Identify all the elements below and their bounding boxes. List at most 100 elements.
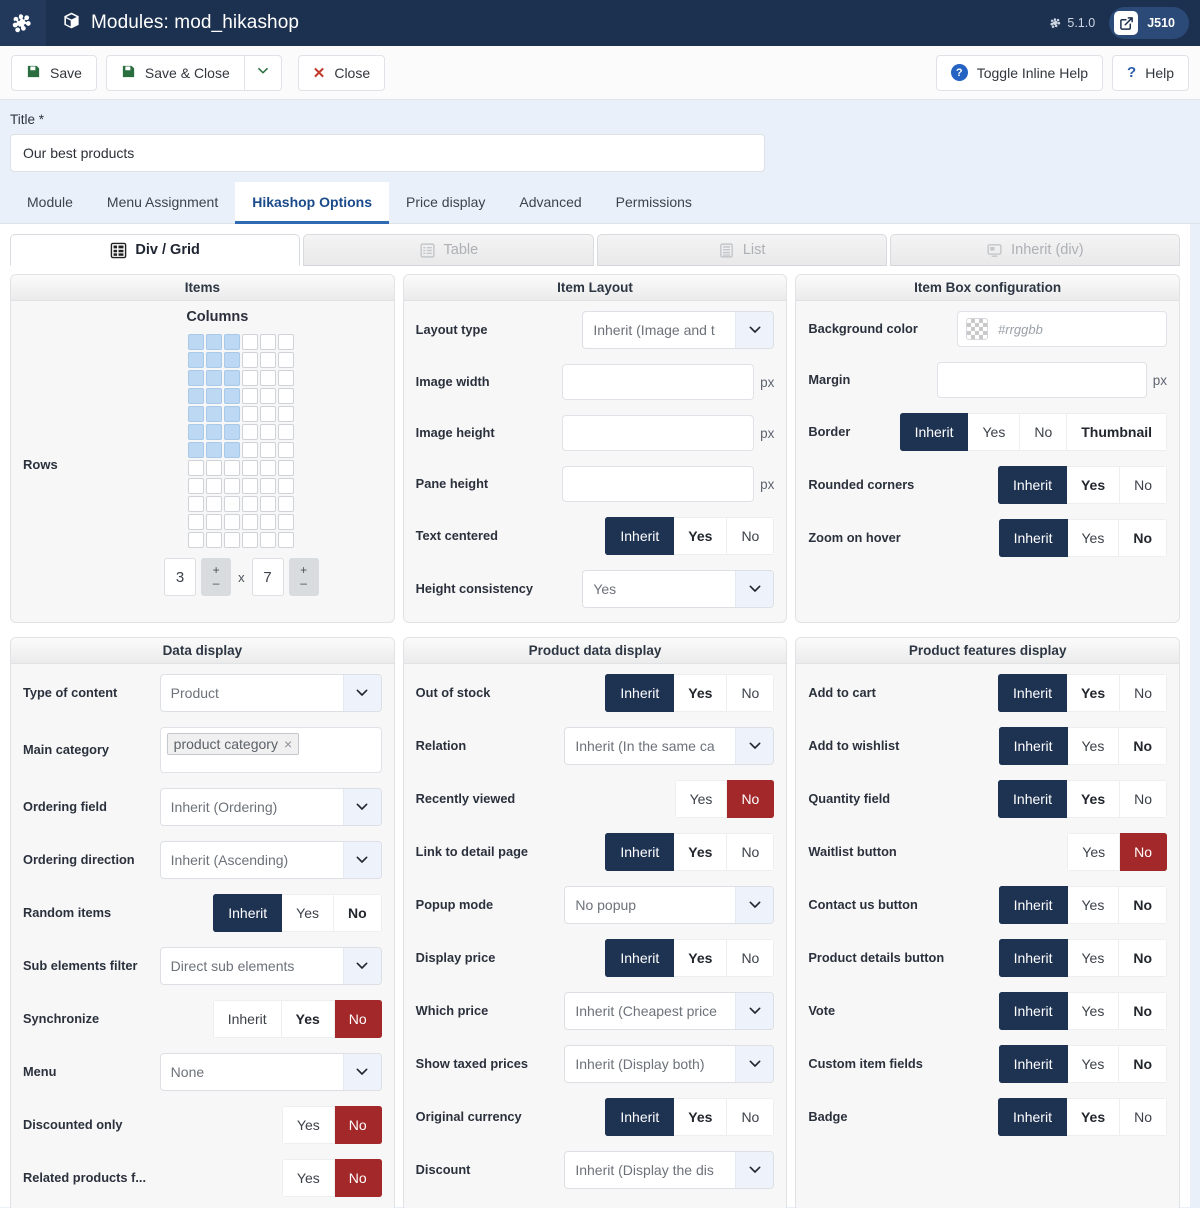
contact-us-button-option-no[interactable]: No bbox=[1119, 886, 1168, 924]
margin-input[interactable] bbox=[936, 362, 1147, 398]
add-to-wishlist-option-no[interactable]: No bbox=[1119, 727, 1168, 765]
grid-cell[interactable] bbox=[242, 442, 259, 458]
discounted-only-option-no[interactable]: No bbox=[334, 1106, 382, 1144]
custom-item-fields-option-yes[interactable]: Yes bbox=[1067, 1045, 1120, 1083]
relation-select[interactable]: Inherit (In the same ca bbox=[564, 727, 775, 765]
grid-cell[interactable] bbox=[224, 334, 241, 350]
type-of-content-select[interactable]: Product bbox=[159, 674, 382, 712]
recently-viewed-option-no[interactable]: No bbox=[727, 780, 775, 818]
rounded-corners-option-no[interactable]: No bbox=[1120, 466, 1168, 504]
save-and-close-button[interactable]: Save & Close bbox=[105, 54, 245, 91]
grid-cell[interactable] bbox=[206, 352, 223, 368]
grid-cell[interactable] bbox=[242, 352, 259, 368]
grid-cell[interactable] bbox=[188, 514, 205, 530]
color-swatch-icon[interactable] bbox=[966, 318, 989, 340]
tab-module[interactable]: Module bbox=[10, 182, 90, 224]
vote-option-yes[interactable]: Yes bbox=[1067, 992, 1120, 1030]
columns-value[interactable]: 3 bbox=[164, 558, 197, 596]
related-products-f-option-yes[interactable]: Yes bbox=[281, 1159, 335, 1197]
waitlist-button-option-no[interactable]: No bbox=[1120, 833, 1168, 871]
grid-cell[interactable] bbox=[224, 496, 241, 512]
grid-cell[interactable] bbox=[260, 424, 277, 440]
grid-cell[interactable] bbox=[224, 478, 241, 494]
grid-cell[interactable] bbox=[242, 334, 259, 350]
height-consistency-select[interactable]: Yes bbox=[582, 570, 775, 608]
tab-menu-assignment[interactable]: Menu Assignment bbox=[90, 182, 235, 224]
grid-cell[interactable] bbox=[242, 370, 259, 386]
grid-cell[interactable] bbox=[224, 406, 241, 422]
border-option-thumbnail[interactable]: Thumbnail bbox=[1067, 413, 1168, 451]
grid-cell[interactable] bbox=[278, 442, 295, 458]
preview-site-button[interactable]: J510 bbox=[1109, 7, 1189, 39]
joomla-logo-icon[interactable] bbox=[0, 0, 46, 46]
grid-cell[interactable] bbox=[260, 478, 277, 494]
grid-cell[interactable] bbox=[206, 532, 223, 548]
rows-decrement[interactable]: – bbox=[300, 577, 307, 590]
grid-cell[interactable] bbox=[278, 370, 295, 386]
grid-cell[interactable] bbox=[206, 388, 223, 404]
grid-cell[interactable] bbox=[206, 478, 223, 494]
random-items-option-yes[interactable]: Yes bbox=[282, 894, 334, 932]
link-to-detail-page-option-inherit[interactable]: Inherit bbox=[605, 833, 675, 871]
tab-advanced[interactable]: Advanced bbox=[502, 182, 598, 224]
ordering-field-select[interactable]: Inherit (Ordering) bbox=[159, 788, 382, 826]
grid-cell[interactable] bbox=[278, 424, 295, 440]
sub-elements-filter-select[interactable]: Direct sub elements bbox=[159, 947, 382, 985]
badge-option-no[interactable]: No bbox=[1120, 1098, 1168, 1136]
vote-option-no[interactable]: No bbox=[1119, 992, 1168, 1030]
grid-cell[interactable] bbox=[188, 496, 205, 512]
recently-viewed-option-yes[interactable]: Yes bbox=[674, 780, 728, 818]
grid-cell[interactable] bbox=[224, 352, 241, 368]
grid-cell[interactable] bbox=[224, 532, 241, 548]
grid-cell[interactable] bbox=[278, 334, 295, 350]
grid-cell[interactable] bbox=[278, 478, 295, 494]
grid-cell[interactable] bbox=[278, 460, 295, 476]
grid-cell[interactable] bbox=[188, 406, 205, 422]
add-to-cart-option-no[interactable]: No bbox=[1120, 674, 1168, 712]
grid-cell[interactable] bbox=[242, 388, 259, 404]
grid-cell[interactable] bbox=[188, 424, 205, 440]
zoom-on-hover-option-inherit[interactable]: Inherit bbox=[998, 519, 1068, 557]
sub-tab-div-grid[interactable]: Div / Grid bbox=[10, 234, 301, 266]
text-centered-option-inherit[interactable]: Inherit bbox=[605, 517, 675, 555]
image-width-input[interactable] bbox=[562, 364, 755, 400]
original-currency-option-yes[interactable]: Yes bbox=[674, 1098, 728, 1136]
badge-option-inherit[interactable]: Inherit bbox=[998, 1098, 1067, 1136]
contact-us-button-option-yes[interactable]: Yes bbox=[1067, 886, 1120, 924]
grid-cell[interactable] bbox=[206, 460, 223, 476]
product-details-button-option-yes[interactable]: Yes bbox=[1067, 939, 1120, 977]
original-currency-option-no[interactable]: No bbox=[727, 1098, 775, 1136]
display-price-option-inherit[interactable]: Inherit bbox=[605, 939, 675, 977]
image-height-input[interactable] bbox=[562, 415, 755, 451]
grid-cell[interactable] bbox=[188, 352, 205, 368]
rounded-corners-option-yes[interactable]: Yes bbox=[1066, 466, 1121, 504]
custom-item-fields-option-no[interactable]: No bbox=[1119, 1045, 1168, 1083]
grid-cell[interactable] bbox=[260, 532, 277, 548]
rows-stepper[interactable]: + – bbox=[288, 558, 319, 596]
zoom-on-hover-option-no[interactable]: No bbox=[1119, 519, 1168, 557]
grid-cell[interactable] bbox=[188, 478, 205, 494]
out-of-stock-option-inherit[interactable]: Inherit bbox=[605, 674, 675, 712]
grid-cell[interactable] bbox=[206, 514, 223, 530]
add-to-cart-option-inherit[interactable]: Inherit bbox=[998, 674, 1067, 712]
grid-cell[interactable] bbox=[242, 496, 259, 512]
synchronize-option-yes[interactable]: Yes bbox=[281, 1000, 335, 1038]
columns-decrement[interactable]: – bbox=[213, 577, 220, 590]
grid-cell[interactable] bbox=[224, 424, 241, 440]
help-button[interactable]: ? Help bbox=[1112, 54, 1189, 91]
toggle-inline-help-button[interactable]: ? Toggle Inline Help bbox=[935, 54, 1104, 91]
grid-cell[interactable] bbox=[260, 352, 277, 368]
grid-cell[interactable] bbox=[224, 388, 241, 404]
grid-cell[interactable] bbox=[260, 388, 277, 404]
grid-cell[interactable] bbox=[278, 388, 295, 404]
vote-option-inherit[interactable]: Inherit bbox=[998, 992, 1068, 1030]
grid-cell[interactable] bbox=[278, 496, 295, 512]
grid-cell[interactable] bbox=[260, 514, 277, 530]
quantity-field-option-yes[interactable]: Yes bbox=[1066, 780, 1121, 818]
out-of-stock-option-no[interactable]: No bbox=[727, 674, 775, 712]
tab-permissions[interactable]: Permissions bbox=[599, 182, 709, 224]
grid-cell[interactable] bbox=[206, 334, 223, 350]
discount-select[interactable]: Inherit (Display the dis bbox=[564, 1151, 775, 1189]
rows-value[interactable]: 7 bbox=[251, 558, 284, 596]
grid-cell[interactable] bbox=[278, 514, 295, 530]
